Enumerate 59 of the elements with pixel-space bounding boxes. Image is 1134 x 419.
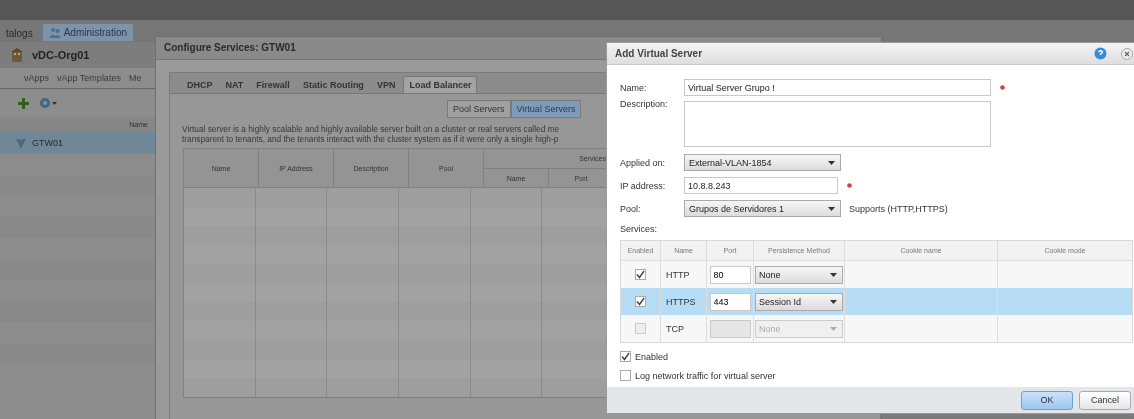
tab[interactable]: Firewall bbox=[251, 77, 295, 93]
field-label: Applied on: bbox=[620, 157, 667, 168]
caret-icon bbox=[828, 160, 835, 165]
ok-button[interactable]: OK bbox=[1021, 390, 1073, 410]
add-icon[interactable] bbox=[18, 97, 29, 109]
help-icon[interactable] bbox=[1094, 47, 1107, 60]
description-text: transparent to tenants, and the tenants interact with the cluster system as if it were only a single high-p bbox=[182, 134, 560, 144]
checkbox[interactable] bbox=[620, 351, 631, 362]
service-row[interactable]: HTTPS 443 Session Id bbox=[621, 288, 1132, 315]
checkbox[interactable] bbox=[635, 296, 646, 307]
gateway-item[interactable]: GTW01 bbox=[0, 132, 158, 154]
caret-icon bbox=[830, 299, 837, 304]
view-toggle[interactable]: Virtual Servers bbox=[510, 100, 582, 118]
view-toggle[interactable]: Pool Servers bbox=[447, 100, 511, 118]
field-label: Pool: bbox=[620, 203, 642, 214]
caret-icon bbox=[830, 272, 837, 277]
sidebar-tab[interactable]: vApps bbox=[24, 73, 49, 83]
tab[interactable]: DHCP bbox=[182, 77, 218, 93]
caret-icon bbox=[830, 326, 837, 331]
tab[interactable]: NAT bbox=[220, 77, 249, 93]
service-name: TCP bbox=[666, 323, 684, 334]
services-label: Services: bbox=[620, 224, 658, 234]
port-field[interactable]: 80 bbox=[709, 265, 751, 284]
nav-tab[interactable]: Administration bbox=[41, 23, 135, 42]
cancel-button[interactable]: Cancel bbox=[1079, 390, 1131, 410]
dropdown[interactable]: Grupos de Servidores 1 bbox=[684, 200, 841, 217]
text-field[interactable]: Virtual Server Grupo ! bbox=[684, 79, 991, 96]
dropdown[interactable]: None bbox=[755, 265, 843, 284]
sidebar-tab[interactable]: vApp Templates bbox=[57, 73, 121, 83]
close-icon[interactable] bbox=[1121, 47, 1133, 60]
tab[interactable]: Load Balancer bbox=[403, 76, 478, 93]
service-row[interactable]: HTTP 80 None bbox=[621, 261, 1132, 288]
dropdown[interactable]: Session Id bbox=[755, 292, 843, 311]
field-label: Description: bbox=[620, 99, 669, 109]
dialog-title: Add Virtual Server bbox=[615, 48, 704, 59]
tab[interactable]: VPN bbox=[371, 77, 401, 93]
sidebar-tab[interactable]: Me bbox=[128, 73, 142, 83]
service-name: HTTP bbox=[666, 269, 690, 280]
checkbox-label: Enabled bbox=[635, 351, 669, 362]
description-text: Virtual server is a highly scalable and highly available server built on a cluster or real servers called me bbox=[182, 124, 561, 134]
description-field[interactable] bbox=[684, 101, 991, 147]
nav-tab[interactable]: talogs bbox=[0, 25, 39, 42]
checkbox-label: Log network traffic for virtual server bbox=[635, 370, 776, 381]
text-field[interactable]: 10.8.8.243 bbox=[684, 177, 838, 194]
building-icon bbox=[10, 48, 24, 62]
org-title: vDC-Org01 bbox=[32, 49, 90, 61]
service-name: HTTPS bbox=[666, 296, 696, 307]
people-icon bbox=[48, 27, 61, 38]
tab[interactable]: Static Routing bbox=[297, 77, 369, 93]
field-label: IP address: bbox=[620, 180, 667, 191]
port-field[interactable]: 443 bbox=[709, 292, 751, 311]
caret-icon bbox=[828, 206, 835, 211]
gateway-icon bbox=[16, 138, 26, 148]
dropdown[interactable]: External-VLAN-1854 bbox=[684, 154, 841, 171]
checkbox[interactable] bbox=[620, 370, 631, 381]
field-label: Name: bbox=[620, 82, 648, 93]
checkbox[interactable] bbox=[635, 269, 646, 280]
settings-icon[interactable] bbox=[39, 97, 57, 109]
supports-note: Supports (HTTP,HTTPS) bbox=[849, 203, 948, 214]
